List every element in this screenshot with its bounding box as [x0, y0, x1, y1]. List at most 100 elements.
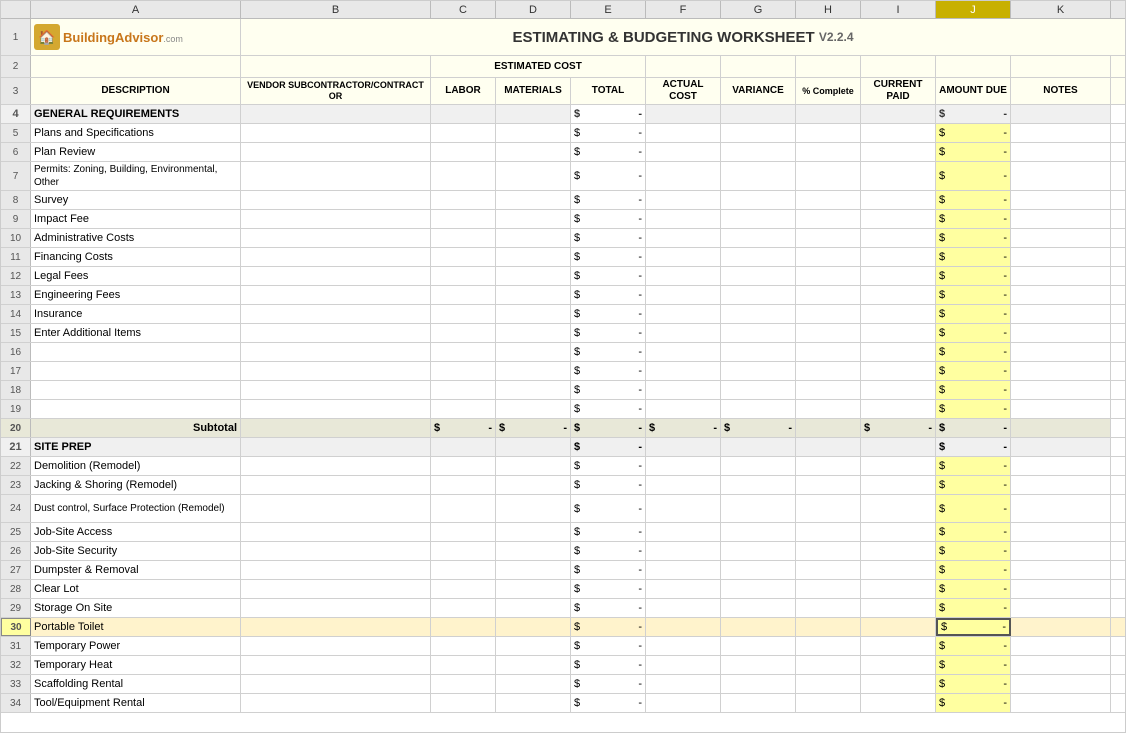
spreadsheet-body: 1 🏠 BuildingAdvisor.com ESTIMATING & BUD…: [1, 19, 1125, 733]
corner-cell: [1, 1, 31, 18]
col-header-k[interactable]: K: [1011, 1, 1111, 18]
r4-g[interactable]: [721, 105, 796, 123]
r5-f[interactable]: [646, 124, 721, 142]
row-11: 11 Financing Costs $- $-: [1, 248, 1125, 267]
r4-j[interactable]: $-: [936, 105, 1011, 123]
row-20-subtotal: 20 Subtotal $- $- $- $- $- $- $-: [1, 419, 1125, 438]
col-header-j[interactable]: J: [936, 1, 1011, 18]
row-31: 31 Temporary Power $- $-: [1, 637, 1125, 656]
r6-e[interactable]: $-: [571, 143, 646, 161]
r6-i[interactable]: [861, 143, 936, 161]
r7-j[interactable]: $-: [936, 162, 1011, 190]
col-header-g[interactable]: G: [721, 1, 796, 18]
r5-b[interactable]: [241, 124, 431, 142]
rownum-4: 4: [1, 105, 31, 123]
header-description: [31, 56, 241, 77]
r5-d[interactable]: [496, 124, 571, 142]
portable-toilet-amount-due[interactable]: $-: [936, 618, 1011, 636]
r7-f[interactable]: [646, 162, 721, 190]
r5-e[interactable]: $-: [571, 124, 646, 142]
r6-b[interactable]: [241, 143, 431, 161]
row-9: 9 Impact Fee $- $-: [1, 210, 1125, 229]
header-current-paid-label: CURRENT PAID: [861, 78, 936, 104]
col-header-h[interactable]: H: [796, 1, 861, 18]
version-label: V2.2.4: [819, 30, 854, 44]
r7-i[interactable]: [861, 162, 936, 190]
r6-h[interactable]: [796, 143, 861, 161]
r6-f[interactable]: [646, 143, 721, 161]
r4-k[interactable]: [1011, 105, 1111, 123]
worksheet-title: ESTIMATING & BUDGETING WORKSHEET: [512, 29, 814, 46]
r4-c[interactable]: [431, 105, 496, 123]
r7-g[interactable]: [721, 162, 796, 190]
header-total: TOTAL: [571, 78, 646, 104]
row-14: 14 Insurance $- $-: [1, 305, 1125, 324]
r5-k[interactable]: [1011, 124, 1111, 142]
rownum-3: 3: [1, 78, 31, 104]
r7-d[interactable]: [496, 162, 571, 190]
col-header-i[interactable]: I: [861, 1, 936, 18]
r4-f[interactable]: [646, 105, 721, 123]
r5-desc[interactable]: Plans and Specifications: [31, 124, 241, 142]
r5-g[interactable]: [721, 124, 796, 142]
r6-g[interactable]: [721, 143, 796, 161]
header-variance: [721, 56, 796, 77]
col-header-e[interactable]: E: [571, 1, 646, 18]
row-23: 23 Jacking & Shoring (Remodel) $- $-: [1, 476, 1125, 495]
row-21-section-header: 21 SITE PREP $- $-: [1, 438, 1125, 457]
row-28: 28 Clear Lot $- $-: [1, 580, 1125, 599]
row-12: 12 Legal Fees $- $-: [1, 267, 1125, 286]
r7-desc[interactable]: Permits: Zoning, Building, Environmental…: [31, 162, 241, 190]
header-materials: MATERIALS: [496, 78, 571, 104]
r4-h[interactable]: [796, 105, 861, 123]
r4-e[interactable]: $-: [571, 105, 646, 123]
col-header-d[interactable]: D: [496, 1, 571, 18]
col-header-f[interactable]: F: [646, 1, 721, 18]
col-header-b[interactable]: B: [241, 1, 431, 18]
r6-c[interactable]: [431, 143, 496, 161]
rownum-5: 5: [1, 124, 31, 142]
r6-k[interactable]: [1011, 143, 1111, 161]
header-amount-due-label: AMOUNT DUE: [936, 78, 1011, 104]
r6-j[interactable]: $-: [936, 143, 1011, 161]
header-variance-label: VARIANCE: [721, 78, 796, 104]
r7-e[interactable]: $-: [571, 162, 646, 190]
row-3: 3 DESCRIPTION VENDOR SUBCONTRACTOR/CONTR…: [1, 78, 1125, 105]
header-desc-label: DESCRIPTION: [31, 78, 241, 104]
row-30-portable-toilet: 30 Portable Toilet $- $-: [1, 618, 1125, 637]
col-header-a[interactable]: A: [31, 1, 241, 18]
header-vendor: [241, 56, 431, 77]
header-actual-cost: [646, 56, 721, 77]
r5-i[interactable]: [861, 124, 936, 142]
logo-icon: 🏠: [34, 24, 60, 50]
row-19: 19 $- $-: [1, 400, 1125, 419]
row-34: 34 Tool/Equipment Rental $- $-: [1, 694, 1125, 713]
row-7: 7 Permits: Zoning, Building, Environment…: [1, 162, 1125, 191]
r4-d[interactable]: [496, 105, 571, 123]
row-2: 2 ESTIMATED COST: [1, 56, 1125, 78]
r4-b[interactable]: [241, 105, 431, 123]
r7-h[interactable]: [796, 162, 861, 190]
row-10: 10 Administrative Costs $- $-: [1, 229, 1125, 248]
r6-desc[interactable]: Plan Review: [31, 143, 241, 161]
row-13: 13 Engineering Fees $- $-: [1, 286, 1125, 305]
col-header-c[interactable]: C: [431, 1, 496, 18]
section-general-requirements: GENERAL REQUIREMENTS: [31, 105, 241, 123]
header-labor: LABOR: [431, 78, 496, 104]
r6-d[interactable]: [496, 143, 571, 161]
r5-h[interactable]: [796, 124, 861, 142]
r7-b[interactable]: [241, 162, 431, 190]
spreadsheet-container: A B C D E F G H I J K 1 🏠 BuildingAdviso…: [0, 0, 1126, 733]
row-26: 26 Job-Site Security $- $-: [1, 542, 1125, 561]
row-29: 29 Storage On Site $- $-: [1, 599, 1125, 618]
rownum-7: 7: [1, 162, 31, 190]
r7-k[interactable]: [1011, 162, 1111, 190]
column-headers-row: A B C D E F G H I J K: [1, 1, 1125, 19]
logo-cell: 🏠 BuildingAdvisor.com: [31, 19, 241, 55]
r7-c[interactable]: [431, 162, 496, 190]
r4-i[interactable]: [861, 105, 936, 123]
r5-j[interactable]: $-: [936, 124, 1011, 142]
r5-c[interactable]: [431, 124, 496, 142]
row-16: 16 $- $-: [1, 343, 1125, 362]
header-amount-due: [936, 56, 1011, 77]
